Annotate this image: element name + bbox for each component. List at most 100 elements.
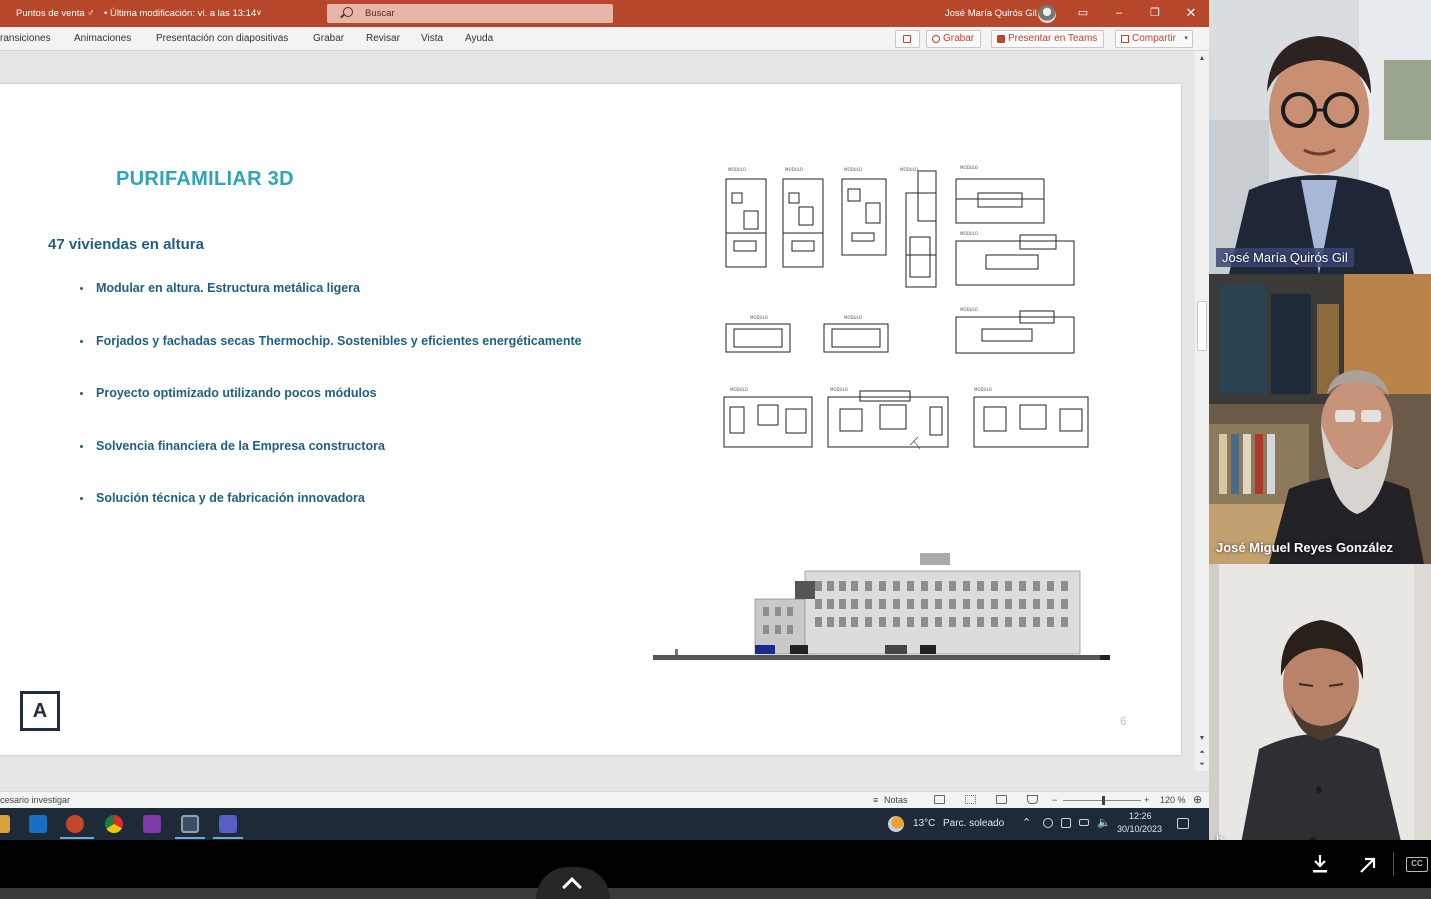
onenote-icon[interactable] <box>143 815 161 833</box>
notifications-icon[interactable] <box>1177 818 1189 829</box>
tab-help[interactable]: Ayuda <box>465 33 493 44</box>
open-external-icon[interactable] <box>1359 856 1377 874</box>
avatar[interactable] <box>1038 5 1056 23</box>
document-title[interactable]: Puntos de venta <box>16 8 85 19</box>
network-icon[interactable] <box>1061 818 1071 828</box>
slide-canvas: PURIFAMILIAR 3D 47 viviendas en altura M… <box>0 51 1195 791</box>
comments-button[interactable] <box>895 30 920 48</box>
svg-text:MODULO: MODULO <box>844 315 862 320</box>
captions-button[interactable]: CC <box>1406 857 1428 872</box>
slide-subtitle[interactable]: 47 viviendas en altura <box>48 236 204 253</box>
zoom-level[interactable]: 120 % <box>1160 795 1186 805</box>
reading-view-icon[interactable] <box>996 795 1007 804</box>
building-elevation-image[interactable] <box>645 549 1115 664</box>
participant-tile[interactable]: José Miguel Reyes González <box>1209 274 1431 564</box>
tray-expand-icon[interactable]: ⌃ <box>1022 816 1031 829</box>
svg-text:MODULO: MODULO <box>730 387 748 392</box>
screen: Puntos de venta ♂ • Última modificación:… <box>0 0 1431 899</box>
search-icon <box>343 7 353 17</box>
svg-text:MODULO: MODULO <box>830 387 848 392</box>
file-explorer-icon[interactable] <box>0 815 10 833</box>
slide-title[interactable]: PURIFAMILIAR 3D <box>116 168 294 191</box>
zoom-in-button[interactable]: + <box>1144 795 1149 805</box>
svg-text:MODULO: MODULO <box>960 231 978 236</box>
last-modified[interactable]: • Última modificación: vi. a las 13:14 <box>104 8 256 19</box>
progress-bar[interactable] <box>0 888 1431 899</box>
running-app-indicator <box>175 837 205 839</box>
fit-to-window-icon[interactable]: ⊕ <box>1193 793 1202 806</box>
user-name[interactable]: José María Quirós Gil <box>945 8 1037 19</box>
present-in-teams-button[interactable]: Presentar en Teams <box>991 30 1105 48</box>
tab-transitions[interactable]: ransiciones <box>0 33 51 44</box>
teams-icon[interactable] <box>219 815 237 833</box>
next-slide-icon[interactable]: ⏷ <box>1198 761 1206 769</box>
chevron-up-icon <box>562 877 582 897</box>
chevron-down-icon[interactable]: ∨ <box>256 8 262 17</box>
share-button[interactable]: Compartir ▾ <box>1115 30 1193 48</box>
slideshow-icon[interactable] <box>1027 795 1038 804</box>
scroll-down-icon[interactable]: ▼ <box>1198 735 1206 743</box>
record-label: Grabar <box>943 33 975 44</box>
bullet-text: Forjados y fachadas secas Thermochip. So… <box>96 334 582 348</box>
tab-animations[interactable]: Animaciones <box>74 33 131 44</box>
zoom-slider-thumb[interactable] <box>1102 796 1105 805</box>
zoom-out-button[interactable]: − <box>1052 795 1057 805</box>
bullet-dot <box>80 392 83 395</box>
present-label: Presentar en Teams <box>1008 33 1098 44</box>
tab-record[interactable]: Grabar <box>313 33 344 44</box>
clock-time[interactable]: 12:26 <box>1129 811 1152 821</box>
search-input[interactable]: Buscar <box>327 4 613 23</box>
vertical-scrollbar[interactable]: ▲ ▼ ⏶ ⏷ <box>1195 51 1209 771</box>
battery-icon[interactable] <box>1079 819 1089 826</box>
svg-text:MODULO: MODULO <box>844 167 862 172</box>
minimize-icon[interactable]: – <box>1111 5 1127 21</box>
normal-view-icon[interactable] <box>934 795 945 804</box>
slide-sorter-icon[interactable] <box>965 795 976 804</box>
weather-temperature[interactable]: 13°C <box>913 818 935 829</box>
volume-icon[interactable]: 🔈 <box>1097 816 1111 829</box>
share-icon <box>1121 35 1129 43</box>
weather-description[interactable]: Parc. soleado <box>943 818 1004 829</box>
title-bar: Puntos de venta ♂ • Última modificación:… <box>0 0 1209 27</box>
microphone-icon[interactable] <box>1043 818 1053 828</box>
tab-view[interactable]: Vista <box>421 33 443 44</box>
svg-text:MODULO: MODULO <box>960 307 978 312</box>
participant-video <box>1209 564 1431 854</box>
participant-tile[interactable]: b_ <box>1209 564 1431 854</box>
participant-tile[interactable]: José María Quirós Gil <box>1209 0 1431 274</box>
svg-text:MODULO: MODULO <box>960 165 978 170</box>
tab-review[interactable]: Revisar <box>366 33 400 44</box>
search-placeholder: Buscar <box>365 8 395 19</box>
calculator-icon[interactable] <box>181 815 199 833</box>
bullet-dot <box>80 340 83 343</box>
ribbon-display-icon[interactable]: ▭ <box>1075 5 1091 21</box>
download-icon[interactable] <box>1311 854 1329 874</box>
restore-icon[interactable]: ❐ <box>1147 5 1163 21</box>
outlook-icon[interactable] <box>29 815 47 833</box>
scroll-up-icon[interactable]: ▲ <box>1198 55 1206 63</box>
svg-text:MODULO: MODULO <box>785 167 803 172</box>
svg-text:MODULO: MODULO <box>974 387 992 392</box>
bullet-dot <box>80 287 83 290</box>
tab-slideshow[interactable]: Presentación con diapositivas <box>156 33 288 44</box>
ribbon-tabs: ransiciones Animaciones Presentación con… <box>0 27 1209 51</box>
comment-icon <box>903 35 911 43</box>
chrome-icon[interactable] <box>105 815 123 833</box>
status-text: cesario investigar <box>0 795 71 805</box>
record-button[interactable]: Grabar <box>926 30 982 48</box>
previous-slide-icon[interactable]: ⏶ <box>1198 749 1206 757</box>
bullet-dot <box>80 445 83 448</box>
weather-icon[interactable] <box>888 816 904 832</box>
close-icon[interactable]: ✕ <box>1183 5 1199 21</box>
scrollbar-thumb[interactable] <box>1197 301 1207 351</box>
participant-video <box>1209 274 1431 564</box>
slide[interactable]: PURIFAMILIAR 3D 47 viviendas en altura M… <box>0 84 1181 755</box>
floor-plans-image[interactable]: MODULO MODULO MODULO MODULO MODULO MODULO MOD… <box>720 159 1095 459</box>
powerpoint-icon[interactable] <box>66 815 84 833</box>
bullet-dot <box>80 497 83 500</box>
bullet-text: Proyecto optimizado utilizando pocos mód… <box>96 386 377 400</box>
clock-date[interactable]: 30/10/2023 <box>1117 824 1162 834</box>
participant-name: José Miguel Reyes González <box>1216 540 1394 555</box>
controls-divider <box>1393 852 1394 876</box>
notes-button[interactable]: Notas <box>884 795 908 805</box>
